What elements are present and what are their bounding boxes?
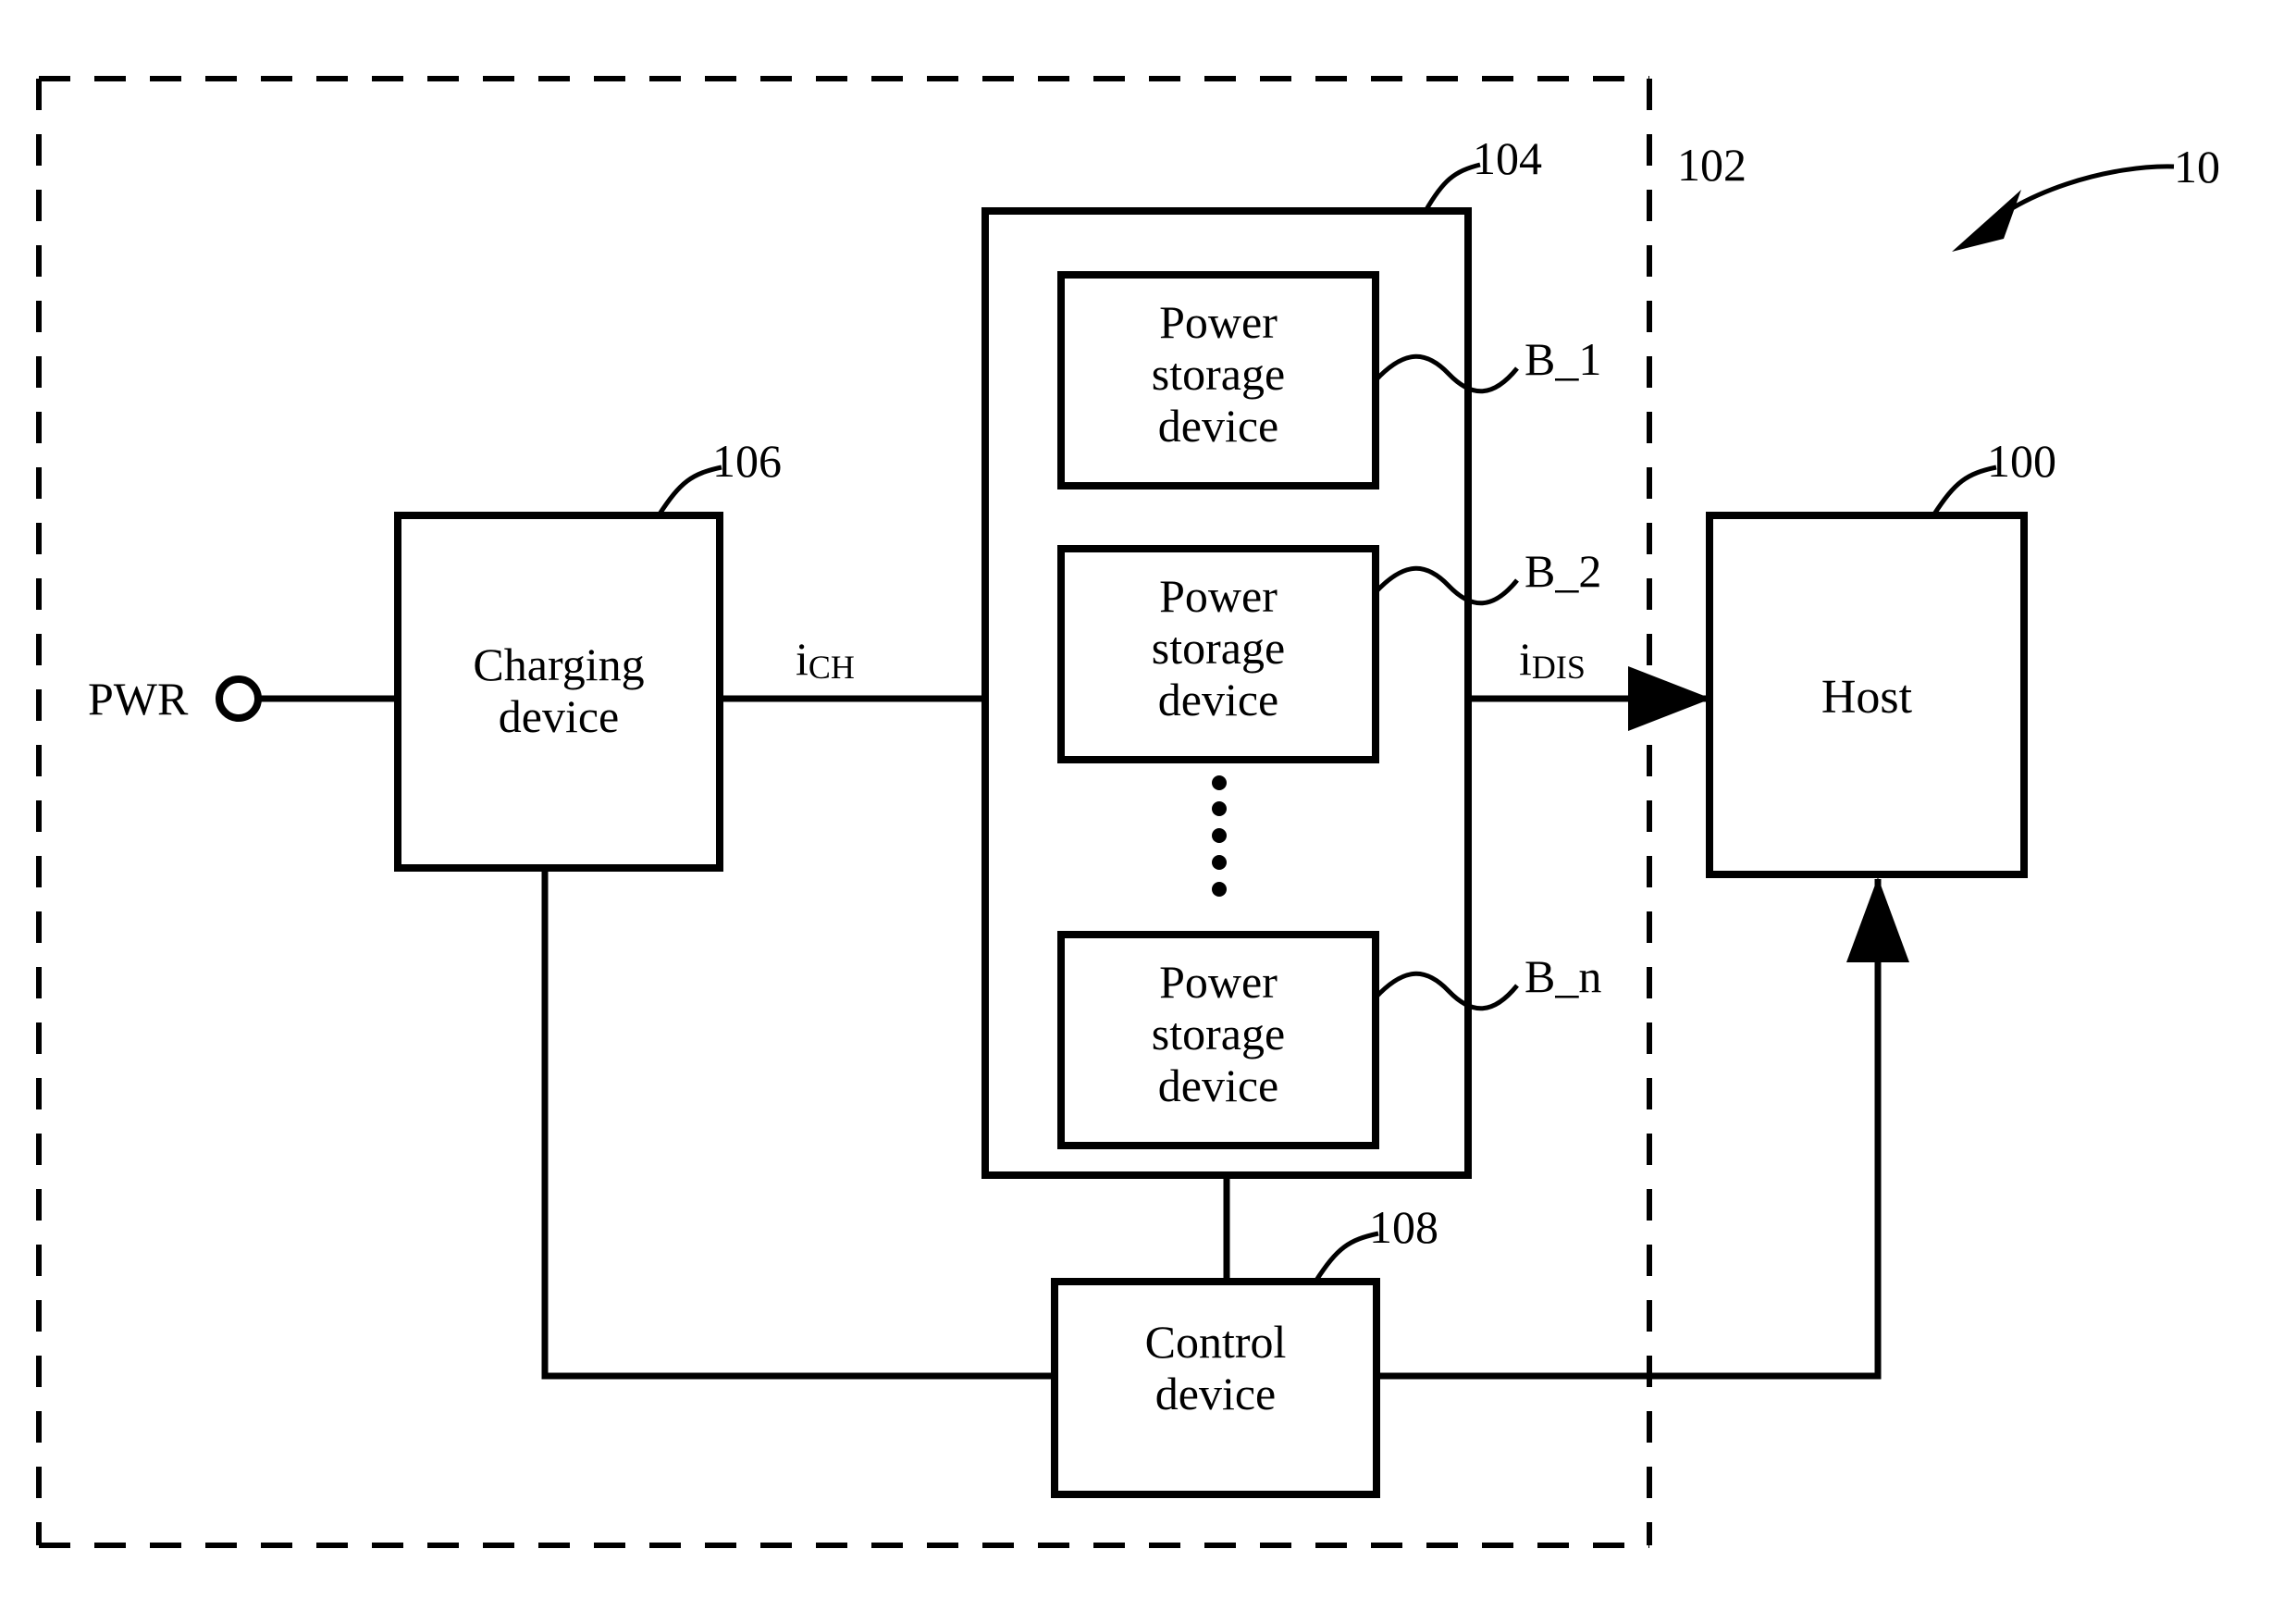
ref-b2: B_2 [1524,545,1602,597]
power-storage-device-1-line1: Power [1159,296,1278,348]
current-charge-label: iCH [796,633,953,687]
power-storage-device-n-line2: storage [1151,1008,1286,1060]
ref-106: 106 [712,435,782,487]
current-discharge-subscript: DIS [1531,649,1586,687]
power-storage-device-label-1: Power storage device [1061,296,1376,452]
power-storage-device-2-line3: device [1157,674,1279,725]
control-device-label-line1: Control [1144,1316,1287,1368]
ref-b1: B_1 [1524,333,1602,385]
control-device-label-line2: device [1154,1368,1277,1419]
current-discharge-label: iDIS [1519,633,1704,687]
control-device-label: Control device [1055,1316,1376,1419]
charging-device-label-line1: Charging [473,638,645,690]
ref-104: 104 [1473,132,1542,184]
arrowhead-control-to-host [1846,877,1909,962]
charging-device-label-line2: device [498,690,620,742]
power-storage-device-1-line2: storage [1151,348,1286,400]
power-storage-device-n-line1: Power [1159,956,1278,1008]
ref-bn: B_n [1524,950,1602,1002]
power-storage-device-2-line1: Power [1159,570,1278,622]
current-discharge-symbol: i [1519,633,1532,685]
power-storage-device-label-2: Power storage device [1061,570,1376,725]
power-storage-device-label-n: Power storage device [1061,956,1376,1111]
ref-102: 102 [1677,139,1747,191]
pwr-terminal-label: PWR [88,673,189,725]
ref-100: 100 [1987,435,2056,487]
charging-device-label: Charging device [398,638,720,742]
leader-10-arrowhead [1952,190,2021,252]
current-charge-subscript: CH [808,649,855,687]
power-storage-device-1-line3: device [1157,400,1279,452]
charging-to-control-wire [541,868,1055,1380]
power-storage-device-2-line2: storage [1151,622,1286,674]
patent-figure-canvas: PWR Charging device 106 iCH 104 102 10 P… [0,0,2296,1611]
current-charge-symbol: i [796,633,809,685]
host-label: Host [1821,671,1913,724]
ref-108: 108 [1369,1201,1438,1253]
power-storage-device-n-line3: device [1157,1060,1279,1111]
ref-10: 10 [2174,141,2220,192]
